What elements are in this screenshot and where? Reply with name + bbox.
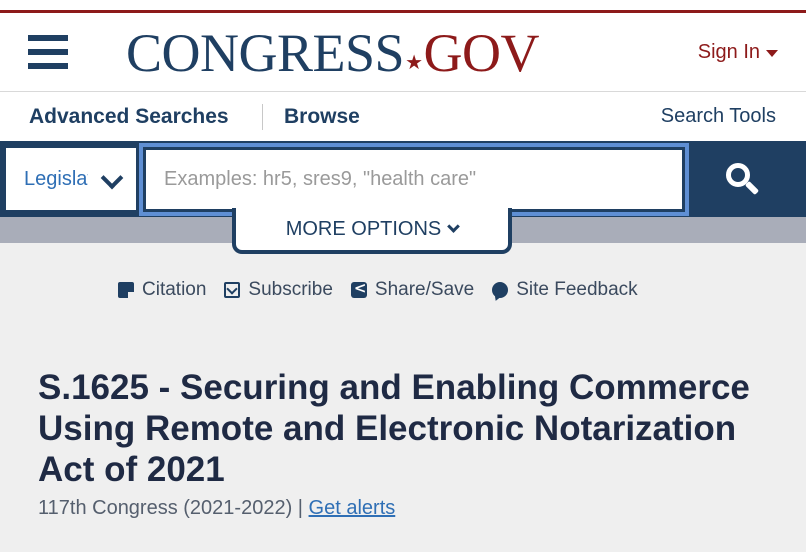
share-icon [350,279,367,298]
bill-title: S.1625 - Securing and Enabling Commerce … [38,368,750,489]
page-actions: Citation Subscribe Share/Save Site Feedb… [118,278,638,302]
nav-divider [262,104,263,130]
top-stripe [0,0,806,13]
browse-link[interactable]: Browse [284,105,360,129]
site-header: CONGRESS★GOV Sign In [0,13,806,91]
subscribe-label: Subscribe [248,279,333,300]
feedback-icon [492,282,509,298]
advanced-searches-link[interactable]: Advanced Searches [29,105,229,129]
site-feedback-label: Site Feedback [516,279,638,300]
secondary-nav: Advanced Searches Browse Search Tools [0,91,806,141]
get-alerts-link[interactable]: Get alerts [309,497,396,519]
search-scope-label: Legislation [24,168,88,190]
search-icon-handle [744,180,760,196]
search-scope-select[interactable]: Legislation [6,148,136,210]
site-feedback-action[interactable]: Site Feedback [492,279,638,301]
caret-down-icon [766,50,778,57]
sign-in-menu[interactable]: Sign In [698,41,778,64]
congress-gov-logo[interactable]: CONGRESS★GOV [126,23,540,83]
chevron-down-icon [447,220,461,233]
congress-session: 117th Congress (2021-2022) | [38,497,309,519]
citation-label: Citation [142,279,207,300]
bill-congress-line: 117th Congress (2021-2022) | Get alerts [38,497,395,520]
share-save-label: Share/Save [374,279,475,300]
subscribe-icon [224,282,241,298]
more-options-toggle[interactable]: MORE OPTIONS [232,208,512,254]
citation-action[interactable]: Citation [118,279,206,301]
sign-in-label: Sign In [697,41,760,63]
menu-icon[interactable] [28,35,68,69]
chevron-down-icon [100,166,124,190]
logo-star-icon: ★ [405,52,423,74]
search-button[interactable] [694,141,806,217]
logo-gov-text: GOV [423,23,540,83]
more-options-label: MORE OPTIONS [285,217,442,240]
share-save-action[interactable]: Share/Save [350,279,475,301]
logo-congress-text: CONGRESS [126,23,405,83]
search-tools-link[interactable]: Search Tools [661,105,776,128]
search-field-frame [139,143,689,216]
search-input[interactable] [146,150,682,209]
subscribe-action[interactable]: Subscribe [224,279,333,301]
citation-icon [118,282,134,298]
